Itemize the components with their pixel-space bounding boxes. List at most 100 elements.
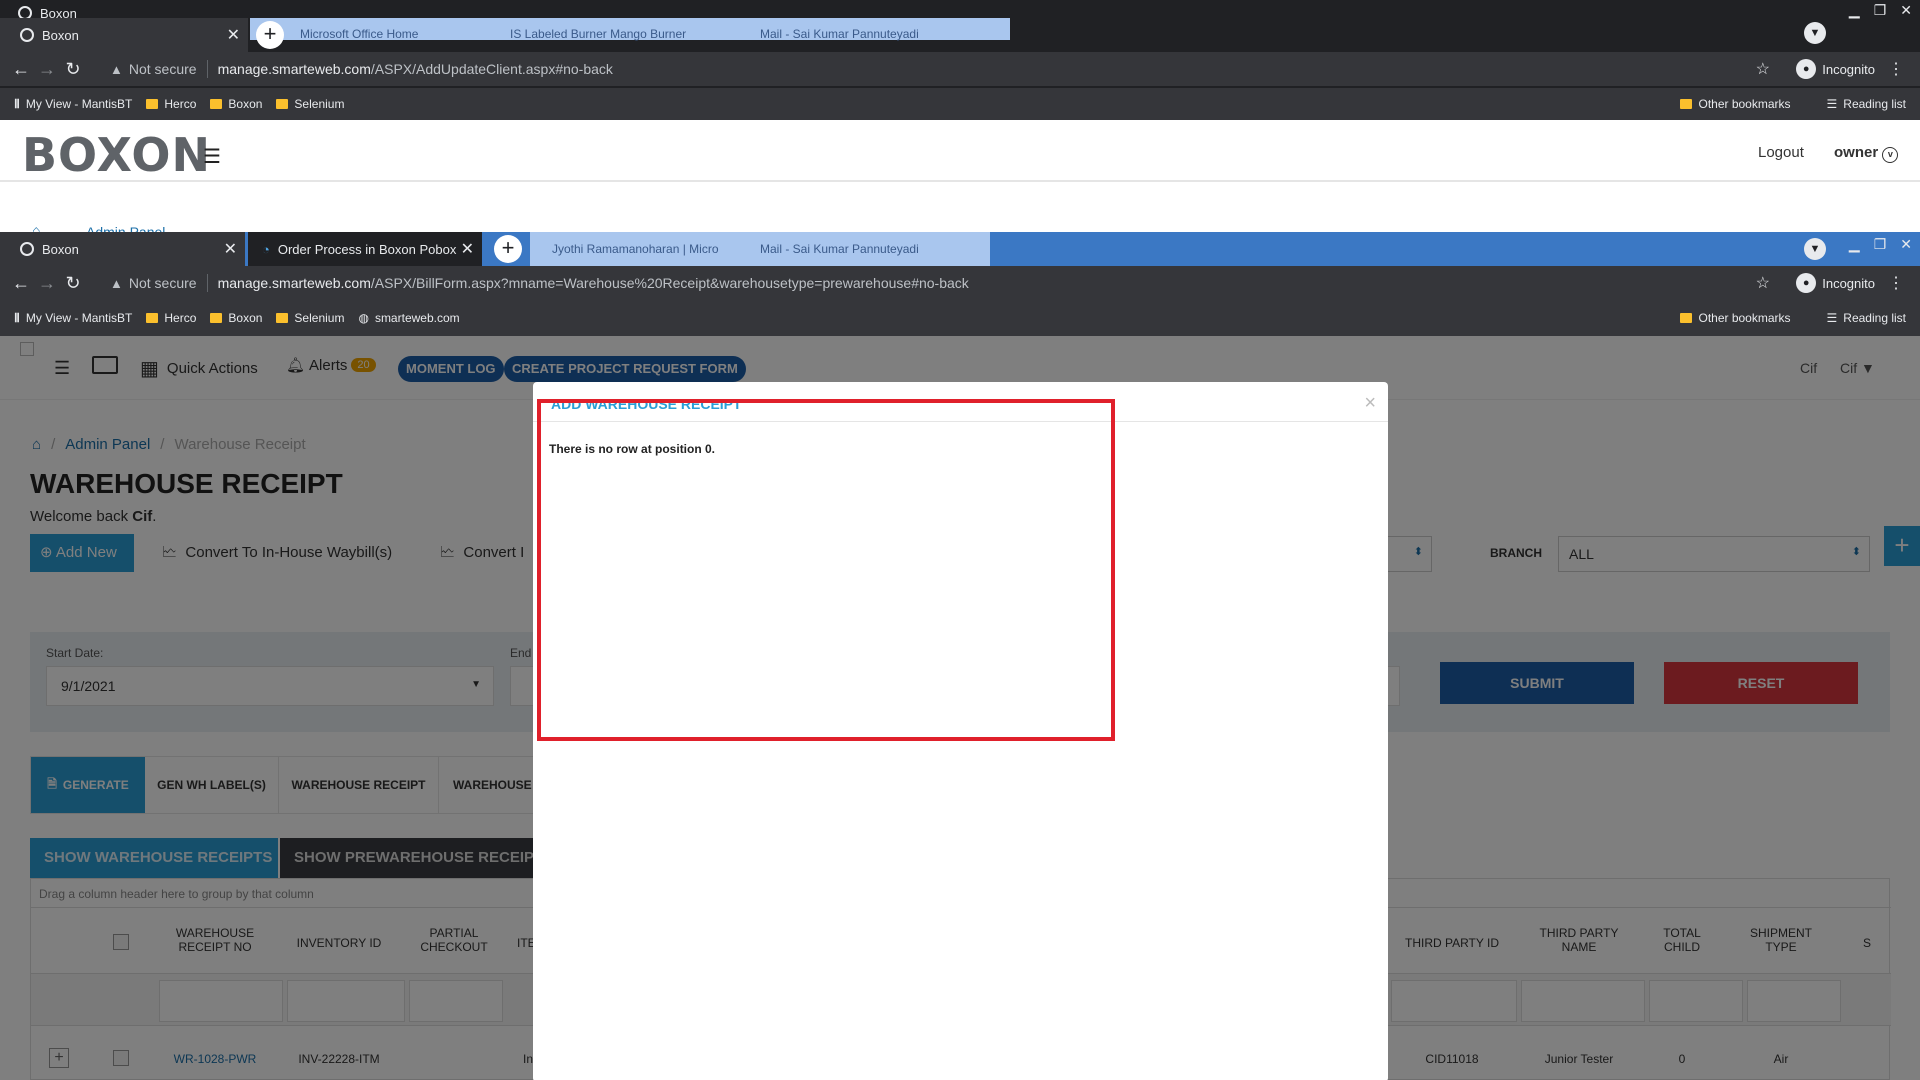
bookmark-label: Reading list: [1843, 311, 1906, 325]
divider: [206, 274, 208, 292]
folder-icon: [276, 313, 289, 323]
bookmark-label: Other bookmarks: [1698, 311, 1791, 325]
reload-icon[interactable]: ↻: [60, 59, 86, 80]
bookmark-star-icon[interactable]: ☆: [1756, 59, 1770, 79]
folder-icon: [146, 313, 159, 323]
close-window-icon[interactable]: ✕: [1900, 2, 1912, 19]
menu-kebab-icon[interactable]: ⋮: [1888, 59, 1904, 79]
incognito-badge[interactable]: ● Incognito: [1796, 59, 1875, 79]
restore-icon[interactable]: ❐: [1874, 236, 1887, 253]
window2-toolbar: ← → ↻ ▲ Not secure manage.smarteweb.com /…: [0, 266, 1920, 300]
not-secure-label: Not secure: [128, 275, 197, 291]
back-icon[interactable]: ←: [8, 273, 34, 294]
bookmark-label: Boxon: [228, 97, 263, 111]
bookmark-smarteweb[interactable]: ◍ smarteweb.com: [358, 311, 459, 325]
bookmark-label: My View - MantisBT: [25, 311, 133, 325]
window1-page: BOXON ☰ Logout owner v ⌂ Admin Panel: [0, 120, 1920, 240]
forward-icon[interactable]: →: [34, 59, 60, 80]
boxon-favicon-icon: [20, 28, 34, 42]
other-bookmarks[interactable]: Other bookmarks: [1680, 97, 1791, 111]
edge-favicon-icon: ◔: [262, 241, 270, 257]
divider: [206, 60, 208, 78]
window2-controls: ▁ ❐ ✕: [1849, 236, 1912, 253]
back-icon[interactable]: ←: [8, 59, 34, 80]
window1-bg-tab-3[interactable]: Mail - Sai Kumar Pannuteyadi: [760, 27, 919, 41]
bookmark-label: Selenium: [294, 311, 345, 325]
tab-search-icon[interactable]: ▼: [1804, 238, 1826, 260]
bookmark-boxon[interactable]: Boxon: [210, 97, 262, 111]
bookmark-label: Herco: [164, 311, 197, 325]
incognito-label: Incognito: [1822, 275, 1875, 291]
address-bar[interactable]: ▲ Not secure manage.smarteweb.com/ASPX/A…: [110, 55, 1750, 83]
boxon-logo[interactable]: BOXON: [22, 128, 211, 182]
tab-title: Boxon: [42, 241, 79, 257]
url-host: manage.smarteweb.com: [217, 61, 371, 77]
restore-icon[interactable]: ❐: [1874, 2, 1887, 19]
folder-icon: [146, 99, 159, 109]
bookmark-label: Other bookmarks: [1698, 97, 1791, 111]
window1-bg-tab-1[interactable]: Microsoft Office Home: [300, 27, 418, 41]
incognito-icon: ●: [1796, 59, 1817, 79]
close-tab-icon[interactable]: ✕: [227, 25, 240, 45]
close-tab-icon[interactable]: ✕: [461, 239, 474, 259]
url-path: /ASPX/BillForm.aspx?mname=Warehouse%20Re…: [370, 275, 969, 291]
tab-search-icon[interactable]: ▼: [1804, 22, 1826, 44]
bookmark-selenium[interactable]: Selenium: [276, 97, 344, 111]
new-tab-button[interactable]: +: [494, 235, 522, 263]
user-menu[interactable]: owner v: [1834, 144, 1899, 163]
address-bar[interactable]: ▲ Not secure manage.smarteweb.com/ASPX/B…: [110, 269, 1750, 297]
mantis-icon: Ⅱ: [14, 311, 20, 325]
folder-icon: [210, 99, 223, 109]
close-window-icon[interactable]: ✕: [1900, 236, 1912, 253]
minimize-icon[interactable]: ▁: [1849, 2, 1860, 19]
window2-tab-boxon[interactable]: Boxon ✕: [0, 232, 245, 266]
new-tab-button[interactable]: +: [256, 21, 284, 49]
folder-icon: [276, 99, 289, 109]
reading-list[interactable]: ☰ Reading list: [1827, 311, 1906, 325]
header-shadow: [0, 180, 1920, 182]
bookmarks-right: Other bookmarks ☰ Reading list: [1666, 97, 1906, 111]
other-bookmarks[interactable]: Other bookmarks: [1680, 311, 1791, 325]
not-secure-label: Not secure: [128, 61, 197, 77]
bookmark-star-icon[interactable]: ☆: [1756, 273, 1770, 293]
highlight-box: [537, 399, 1115, 741]
window1-bg-tab-2[interactable]: IS Labeled Burner Mango Burner: [510, 27, 686, 41]
reload-icon[interactable]: ↻: [60, 273, 86, 294]
window1-controls: ▁ ❐ ✕: [1849, 2, 1912, 19]
incognito-label: Incognito: [1822, 61, 1875, 77]
folder-icon: [1680, 313, 1693, 323]
user-name: owner: [1834, 144, 1879, 161]
bookmark-herco[interactable]: Herco: [146, 311, 196, 325]
window2-tabstrip: Boxon ✕ ◔ Order Process in Boxon Pobox S…: [0, 232, 1920, 266]
bookmark-mantis[interactable]: Ⅱ My View - MantisBT: [14, 311, 132, 325]
close-tab-icon[interactable]: ✕: [224, 239, 237, 259]
menu-kebab-icon[interactable]: ⋮: [1888, 273, 1904, 293]
window1-toolbar: ← → ↻ ▲ Not secure manage.smarteweb.com /…: [0, 52, 1920, 86]
incognito-icon: ●: [1796, 273, 1817, 293]
reading-list[interactable]: ☰ Reading list: [1827, 97, 1906, 111]
tab-title: Order Process in Boxon Pobox Sc: [277, 241, 458, 257]
bookmark-label: Herco: [164, 97, 197, 111]
logout-link[interactable]: Logout: [1758, 144, 1804, 161]
bookmark-selenium[interactable]: Selenium: [276, 311, 344, 325]
bookmarks-right: Other bookmarks ☰ Reading list: [1666, 311, 1906, 325]
forward-icon[interactable]: →: [34, 273, 60, 294]
reading-list-icon: ☰: [1826, 97, 1838, 111]
window1-active-tab[interactable]: Boxon ✕: [0, 18, 248, 52]
window2-bg-tab-1[interactable]: Jyothi Ramamanoharan | Micro: [552, 242, 719, 256]
folder-icon: [210, 313, 223, 323]
window2-tab-order-process[interactable]: ◔ Order Process in Boxon Pobox Sc ✕: [248, 232, 482, 266]
bookmark-mantis[interactable]: Ⅱ My View - MantisBT: [14, 97, 132, 111]
incognito-badge[interactable]: ● Incognito: [1796, 273, 1875, 293]
modal-close-icon[interactable]: ×: [1364, 392, 1376, 415]
window2-bookmarks-bar: Ⅱ My View - MantisBT Herco Boxon Selenium…: [0, 300, 1920, 336]
warning-icon: ▲: [110, 61, 123, 77]
bookmark-herco[interactable]: Herco: [146, 97, 196, 111]
bookmark-label: Selenium: [294, 97, 345, 111]
boxon-favicon-icon: [20, 242, 34, 256]
window2-bg-tab-2[interactable]: Mail - Sai Kumar Pannuteyadi: [760, 242, 919, 256]
bookmark-label: My View - MantisBT: [25, 97, 133, 111]
minimize-icon[interactable]: ▁: [1849, 236, 1860, 253]
bookmark-boxon[interactable]: Boxon: [210, 311, 262, 325]
hamburger-icon[interactable]: ☰: [203, 144, 221, 169]
